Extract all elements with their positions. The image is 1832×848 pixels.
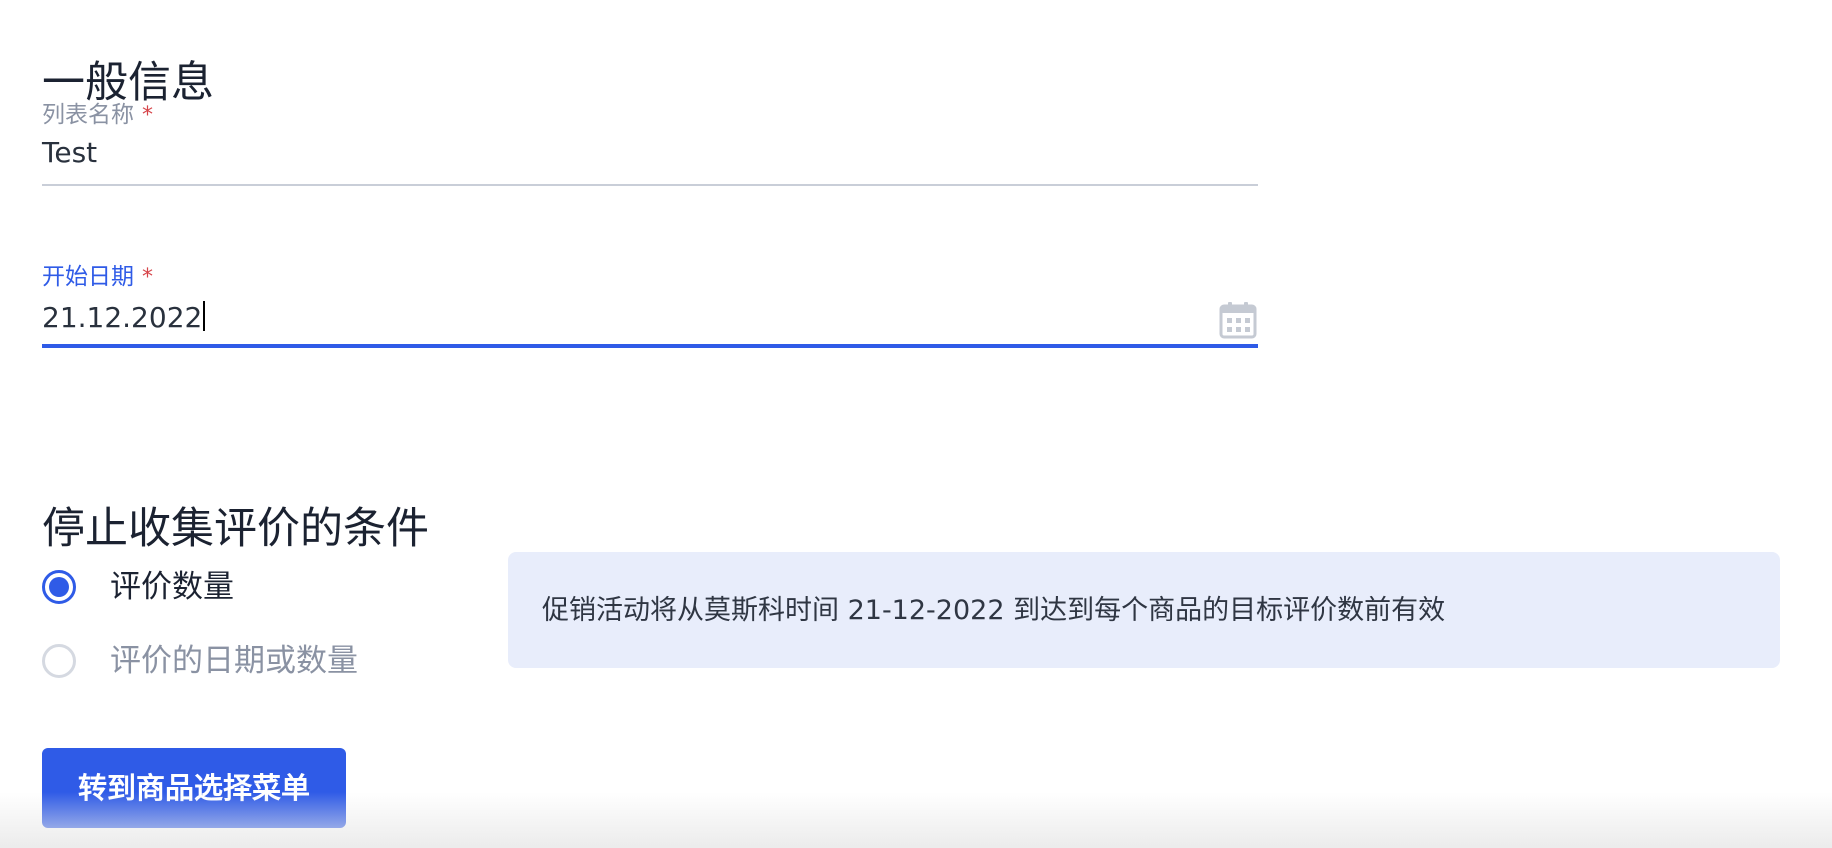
start-date-label-text: 开始日期	[42, 264, 134, 290]
campaign-info-box: 促销活动将从莫斯科时间 21-12-2022 到达到每个商品的目标评价数前有效	[508, 552, 1780, 668]
start-date-value: 21.12.2022	[42, 301, 203, 334]
radio-label-review-count: 评价数量	[110, 568, 234, 605]
start-date-input[interactable]: 21.12.2022	[42, 301, 1258, 332]
start-date-label: 开始日期 *	[42, 266, 1258, 289]
list-name-label: 列表名称 *	[42, 104, 1258, 127]
radio-option-date-or-count[interactable]: 评价的日期或数量	[42, 624, 422, 698]
campaign-info-text: 促销活动将从莫斯科时间 21-12-2022 到达到每个商品的目标评价数前有效	[542, 594, 1446, 626]
list-name-field[interactable]: 列表名称 * Test	[42, 104, 1258, 186]
start-date-field[interactable]: 开始日期 * 21.12.2022	[42, 266, 1258, 348]
go-to-product-selection-button[interactable]: 转到商品选择菜单	[42, 748, 346, 828]
required-asterisk: *	[142, 102, 153, 128]
radio-button-selected[interactable]	[42, 570, 76, 604]
stop-condition-radio-group: 评价数量 评价的日期或数量	[42, 550, 422, 698]
calendar-icon[interactable]	[1218, 300, 1258, 340]
text-cursor	[203, 301, 206, 331]
radio-option-review-count[interactable]: 评价数量	[42, 550, 422, 624]
list-name-underline	[42, 184, 1258, 186]
list-name-input[interactable]: Test	[42, 139, 1258, 167]
list-name-label-text: 列表名称	[42, 102, 134, 128]
required-asterisk: *	[142, 264, 153, 290]
general-info-heading: 一般信息	[42, 57, 214, 108]
radio-button-unselected[interactable]	[42, 644, 76, 678]
stop-conditions-heading: 停止收集评价的条件	[42, 503, 429, 554]
radio-label-date-or-count: 评价的日期或数量	[110, 642, 358, 679]
start-date-underline	[42, 344, 1258, 348]
